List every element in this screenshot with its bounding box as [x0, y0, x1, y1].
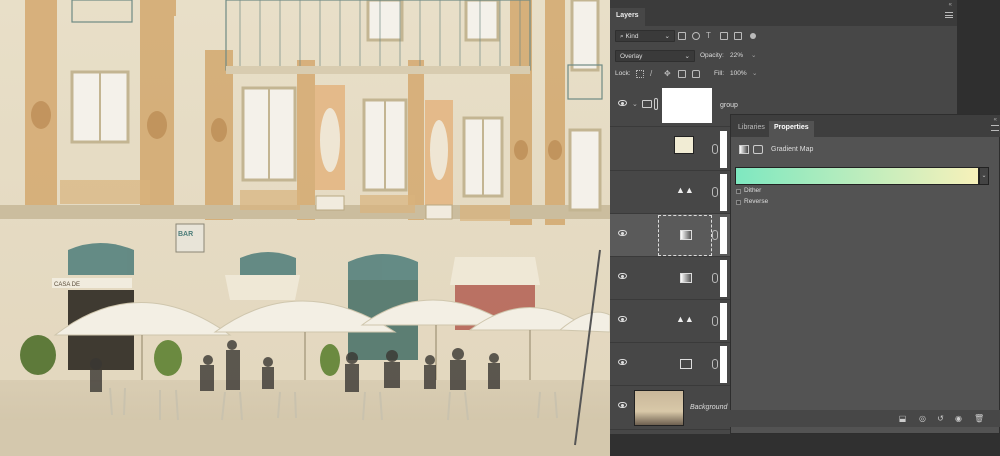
- filter-toggle-icon[interactable]: [750, 33, 756, 39]
- tab-properties[interactable]: Properties: [769, 121, 814, 137]
- layer-mask-thumbnail: [720, 174, 727, 211]
- opacity-dropdown-icon[interactable]: ⌄: [751, 50, 756, 62]
- trash-icon[interactable]: 🗑: [974, 414, 984, 423]
- filter-smartobject-icon[interactable]: [734, 32, 742, 40]
- opacity-label: Opacity:: [700, 52, 724, 59]
- lock-artboard-icon[interactable]: [678, 70, 686, 78]
- visibility-off-icon[interactable]: [618, 187, 627, 193]
- filter-kind-label: Kind: [625, 33, 639, 40]
- layer-mask-thumbnail: [720, 217, 727, 254]
- collapse-icon[interactable]: «: [949, 2, 953, 8]
- fill-field[interactable]: 100%: [726, 68, 752, 80]
- lock-transparent-icon[interactable]: [636, 70, 644, 78]
- gradient-map-icon: [680, 230, 692, 240]
- lock-all-icon[interactable]: [692, 70, 700, 78]
- bar-sign: BAR: [178, 231, 193, 238]
- layer-name: Background: [690, 404, 728, 411]
- background-thumbnail: [634, 390, 684, 426]
- levels-icon: ▲▲: [676, 185, 694, 195]
- folder-icon: [642, 100, 652, 108]
- properties-panel: Libraries Properties « Gradient Map ⌄ Di…: [730, 114, 1000, 434]
- layer-mask-thumbnail: [720, 346, 727, 383]
- properties-title: Gradient Map: [771, 146, 814, 153]
- shop-sign: CASA DE: [54, 282, 80, 288]
- document-canvas[interactable]: BAR CASA DE: [0, 0, 610, 456]
- properties-footer: ⬓ ◎ ↺ ◉ 🗑: [730, 410, 1000, 427]
- filter-kind-select[interactable]: ⌕ Kind ⌄: [615, 30, 675, 42]
- layers-tabbar: Layers «: [610, 0, 957, 26]
- levels-icon: ▲▲: [676, 314, 694, 324]
- filter-shape-icon[interactable]: [720, 32, 728, 40]
- chain-icon: [712, 144, 718, 154]
- reset-icon[interactable]: ↺: [936, 414, 945, 423]
- visibility-off-icon[interactable]: [618, 144, 627, 150]
- visibility-eye-icon[interactable]: [618, 100, 627, 106]
- filter-type-icon[interactable]: T: [706, 32, 714, 40]
- curves-icon: [680, 359, 692, 369]
- blend-mode-value: Overlay: [620, 53, 643, 60]
- clip-to-layer-icon[interactable]: ⬓: [898, 414, 907, 423]
- lock-pixels-icon[interactable]: /: [650, 70, 658, 78]
- lock-label: Lock:: [615, 70, 631, 77]
- lock-position-icon[interactable]: ✥: [664, 70, 672, 78]
- toggle-visibility-icon[interactable]: ◉: [954, 414, 963, 423]
- gradient-map-icon: [680, 273, 692, 283]
- chain-icon: [712, 187, 718, 197]
- panel-menu-icon[interactable]: [945, 12, 953, 18]
- dither-checkbox[interactable]: [736, 189, 741, 194]
- layer-mask-thumbnail: [720, 260, 727, 297]
- visibility-eye-icon[interactable]: [618, 359, 627, 365]
- blend-row: Overlay ⌄ Opacity: 22% ⌄: [610, 50, 957, 68]
- fill-dropdown-icon[interactable]: ⌄: [752, 68, 757, 80]
- chain-icon: [712, 359, 718, 369]
- adjustment-type-icon: [739, 145, 749, 154]
- bottom-strip: [610, 434, 1000, 456]
- workspace-gutter: [957, 0, 1000, 114]
- mask-icon[interactable]: [753, 145, 763, 154]
- visibility-eye-icon[interactable]: [618, 316, 627, 322]
- filter-pixel-icon[interactable]: [678, 32, 686, 40]
- chain-icon: [712, 316, 718, 326]
- reverse-label: Reverse: [744, 198, 769, 205]
- visibility-eye-icon[interactable]: [618, 230, 627, 236]
- layer-mask-thumbnail: [720, 303, 727, 340]
- reverse-checkbox[interactable]: [736, 200, 741, 205]
- layer-mask-thumbnail: [720, 131, 727, 168]
- chain-icon: [654, 98, 658, 110]
- visibility-eye-icon[interactable]: [618, 273, 627, 279]
- chain-icon: [712, 230, 718, 240]
- view-previous-icon[interactable]: ◎: [918, 414, 927, 423]
- tab-layers[interactable]: Layers: [610, 8, 645, 26]
- photo-street-cafe: BAR CASA DE: [0, 0, 610, 456]
- fill-label: Fill:: [714, 70, 725, 77]
- visibility-eye-icon[interactable]: [618, 402, 627, 408]
- filter-adjustment-icon[interactable]: [692, 32, 700, 40]
- solid-color-thumbnail: [674, 136, 694, 154]
- chevron-down-icon: ⌄: [684, 53, 690, 60]
- opacity-field[interactable]: 22%: [726, 50, 750, 62]
- gradient-dropdown[interactable]: ⌄: [979, 167, 989, 185]
- gradient-editor-bar[interactable]: [735, 167, 979, 185]
- layer-name: group: [720, 102, 738, 109]
- panel-menu-icon[interactable]: [991, 125, 999, 131]
- dither-label: Dither: [744, 187, 762, 194]
- chevron-expand-icon[interactable]: ⌄: [632, 100, 638, 108]
- tab-libraries[interactable]: Libraries: [733, 121, 770, 137]
- properties-tabbar: Libraries Properties «: [731, 115, 1000, 137]
- collapse-icon[interactable]: «: [994, 117, 997, 123]
- filter-row: ⌕ Kind ⌄ T: [610, 30, 957, 48]
- chain-icon: [712, 273, 718, 283]
- blend-mode-select[interactable]: Overlay ⌄: [615, 50, 695, 62]
- chevron-down-icon: ⌄: [664, 33, 670, 40]
- group-mask-thumbnail: [662, 88, 712, 123]
